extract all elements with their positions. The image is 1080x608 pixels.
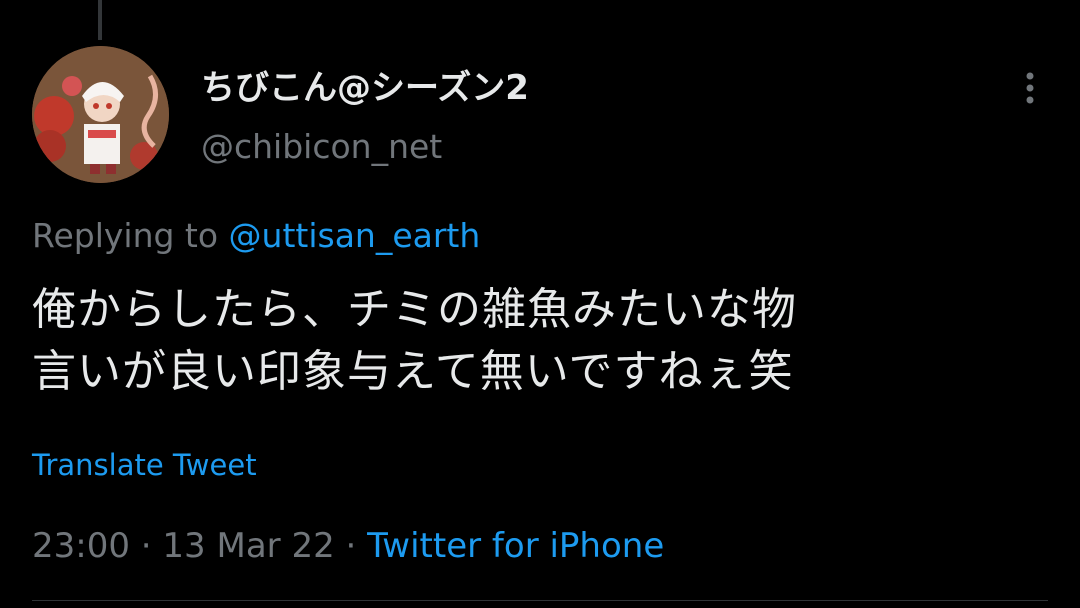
replying-to-mention-link[interactable]: @uttisan_earth bbox=[229, 216, 481, 255]
avatar-image bbox=[32, 46, 169, 183]
replying-to-line: Replying to @uttisan_earth bbox=[32, 214, 480, 258]
more-vertical-icon bbox=[1026, 72, 1034, 104]
tweet-source-link[interactable]: Twitter for iPhone bbox=[367, 526, 664, 566]
author-display-name[interactable]: ちびこん@シーズン2 bbox=[201, 66, 529, 110]
translate-tweet-link[interactable]: Translate Tweet bbox=[32, 446, 257, 484]
replying-to-label: Replying to bbox=[32, 216, 219, 255]
avatar[interactable] bbox=[32, 46, 169, 183]
author-handle[interactable]: @chibicon_net bbox=[201, 125, 442, 169]
tweet-metadata: 23:00 · 13 Mar 22 · Twitter for iPhone bbox=[32, 524, 664, 568]
divider bbox=[32, 600, 1048, 601]
thread-connector-line bbox=[98, 0, 102, 40]
metadata-separator: · bbox=[140, 526, 152, 566]
tweet-text-line: 言いが良い印象与えて無いですねぇ笑 bbox=[32, 346, 794, 397]
tweet-time[interactable]: 23:00 bbox=[32, 526, 130, 566]
metadata-separator: · bbox=[345, 526, 357, 566]
more-options-button[interactable] bbox=[1010, 68, 1050, 108]
tweet-text-line: 俺からしたら、チミの雑魚みたいな物 bbox=[32, 284, 797, 335]
tweet-date[interactable]: 13 Mar 22 bbox=[162, 526, 334, 566]
tweet-text: 俺からしたら、チミの雑魚みたいな物 言いが良い印象与えて無いですねぇ笑 bbox=[32, 279, 1042, 403]
